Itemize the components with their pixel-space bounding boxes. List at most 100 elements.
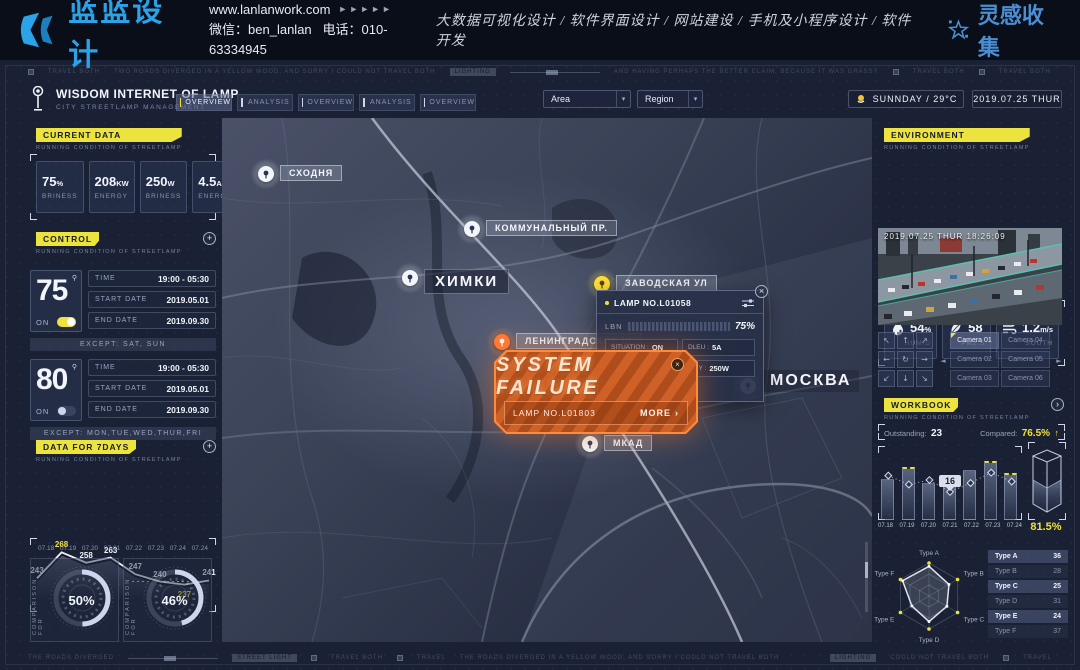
type-row-c[interactable]: Type C25 [988, 580, 1068, 593]
schedule-block-1: ⚲ 75 ON TIME19:00 - 05:30 START DATE2019… [30, 270, 216, 332]
except-days-2: EXCEPT: MON,TUE,WED,THUR,FRI [30, 427, 216, 440]
end-date-row[interactable]: END DATE2019.09.30 [88, 312, 216, 329]
system-failure-alert: SYSTEM FAILURE LAMP NO.L01803 MORE › × [494, 350, 698, 434]
workbook-bar-chart: 16 [878, 446, 1022, 520]
region-select[interactable]: Region ▾ [637, 90, 703, 108]
x-tick-label: 07.18 [878, 523, 893, 529]
environment-header: ENVIRONMENT RUNNING CONDITION OF STREETL… [884, 128, 1030, 151]
tab-analysis-2[interactable]: ANALYSIS [359, 94, 415, 111]
tab-analysis-1[interactable]: ANALYSIS [237, 94, 293, 111]
bottom-deco-strip: THE ROADS DIVERGED STREET LIGHT TRAVEL B… [28, 654, 1052, 662]
svg-text:Type B: Type B [964, 571, 984, 578]
workbook-next-button[interactable]: › [1051, 398, 1064, 411]
end-date-row[interactable]: END DATE2019.09.30 [88, 401, 216, 418]
reset-view-button[interactable]: ↻ [897, 351, 914, 368]
map-label: ЗАВОДСКАЯ УЛ [616, 275, 717, 291]
trend-x-axis: 07.1807.1907.2007.2107.2207.2307.2407.24 [30, 543, 216, 552]
tab-overview-1[interactable]: OVERVIEW [176, 94, 232, 111]
camera-03-button[interactable]: Camera 03 [950, 370, 999, 387]
control-badge: CONTROL [36, 232, 99, 246]
except-days-1: EXCEPT: SAT, SUN [30, 338, 216, 351]
type-row-b[interactable]: Type B28 [988, 565, 1068, 578]
lamp-pin-icon [582, 436, 598, 452]
popup-close-icon[interactable]: × [755, 285, 768, 298]
camera-next-button[interactable]: ► [1054, 354, 1064, 368]
control-add-button[interactable]: + [203, 232, 216, 245]
metric-card-briness-w: 250W BRINESS [140, 161, 188, 213]
outstanding-value: 23 [931, 428, 942, 439]
svg-text:Type C: Type C [964, 617, 985, 624]
alert-title: SYSTEM FAILURE [496, 352, 696, 401]
brightness-level-card: ⚲ 80 ON [30, 359, 82, 421]
brightness-level-card: ⚲ 75 ON [30, 270, 82, 332]
svg-text:Type E: Type E [874, 617, 895, 624]
camera-feed[interactable]: 2019.07.25 THUR 18:26:09 [878, 228, 1062, 325]
x-tick-label: 07.24 [170, 545, 186, 552]
pan-down-button[interactable]: ↓ [897, 370, 914, 387]
camera-04-button[interactable]: Camera 04 [1001, 332, 1050, 349]
trend-header: DATA FOR 7DAYS + RUNNING CONDITION OF ST… [36, 440, 216, 463]
type-row-f[interactable]: Type F37 [988, 625, 1068, 638]
top-banner: 蓝蓝设计 www.lanlanwork.com ►►►►► 微信：ben_lan… [0, 0, 1080, 60]
camera-05-button[interactable]: Camera 05 [1001, 351, 1050, 368]
map-scrollbar[interactable] [865, 542, 868, 612]
comparison-gauge-1: COMPARISON FOR 50% [30, 558, 119, 642]
type-radar-chart: Type AType BType CType DType EType F [872, 546, 990, 646]
camera-02-button[interactable]: Camera 02 [950, 351, 999, 368]
start-date-row[interactable]: START DATE2019.05.01 [88, 291, 216, 308]
camera-01-button[interactable]: Camera 01 [950, 332, 999, 349]
pan-up-button[interactable]: ↑ [897, 332, 914, 349]
pan-left-button[interactable]: ← [878, 351, 895, 368]
alert-close-icon[interactable]: × [671, 358, 684, 371]
lamp-pin-icon [494, 334, 510, 350]
camera-list: Camera 01 Camera 02 Camera 03 Camera 04 … [950, 332, 1050, 387]
workbook-header: WORKBOOK › RUNNING CONDITION OF STREETLA… [884, 398, 1064, 421]
time-row[interactable]: TIME19:00 - 05:30 [88, 270, 216, 287]
x-tick-label: 07.20 [82, 545, 98, 552]
camera-06-button[interactable]: Camera 06 [1001, 370, 1050, 387]
more-button[interactable]: MORE › [640, 408, 679, 418]
pan-down-right-button[interactable]: ↘ [916, 370, 933, 387]
pan-right-button[interactable]: → [916, 351, 933, 368]
lamp-pin-icon [258, 166, 274, 182]
trend-add-button[interactable]: + [203, 440, 216, 453]
schedule-1-toggle[interactable] [57, 317, 76, 327]
start-date-row[interactable]: START DATE2019.05.01 [88, 380, 216, 397]
inspiration-collect[interactable]: 灵感收集 [947, 0, 1062, 62]
svg-text:Type F: Type F [874, 571, 894, 578]
map-label: МКАД [604, 435, 652, 451]
type-row-d[interactable]: Type D31 [988, 595, 1068, 608]
x-tick-label: 07.24 [192, 545, 208, 552]
pan-down-left-button[interactable]: ↙ [878, 370, 895, 387]
type-row-e[interactable]: Type E24 [988, 610, 1068, 623]
weather-widget: SUNNDAY / 29°C [848, 90, 964, 108]
workbook-cube [1028, 442, 1066, 520]
star-icon [947, 18, 970, 42]
schedule-2-toggle[interactable] [57, 406, 76, 416]
sliders-icon[interactable] [741, 298, 755, 308]
x-tick-label: 07.19 [60, 545, 76, 552]
x-tick-label: 07.22 [126, 545, 142, 552]
brand-name: 蓝蓝设计 [68, 0, 191, 74]
pan-up-left-button[interactable]: ↖ [878, 332, 895, 349]
pan-up-right-button[interactable]: ↗ [916, 332, 933, 349]
trend-badge: DATA FOR 7DAYS [36, 440, 136, 454]
time-row[interactable]: TIME19:00 - 05:30 [88, 359, 216, 376]
area-select[interactable]: Area ▾ [543, 90, 631, 108]
x-tick-label: 07.19 [899, 523, 914, 529]
chevron-right-icon: › [675, 408, 679, 418]
tab-overview-2[interactable]: OVERVIEW [298, 94, 354, 111]
camera-prev-button[interactable]: ◄ [938, 354, 948, 368]
x-tick-label: 07.23 [148, 545, 164, 552]
camera-dpad: ↖ ↑ ↗ ← ↻ → ↙ ↓ ↘ [878, 332, 933, 387]
chevron-down-icon: ▾ [688, 91, 702, 107]
lanlan-logo-icon [18, 10, 60, 50]
city-map[interactable]: СХОДНЯ КОММУНАЛЬНЫЙ ПР. ХИМКИ ЗАВОДСКАЯ … [222, 118, 872, 642]
website-link[interactable]: www.lanlanwork.com [209, 0, 330, 20]
svg-text:Type D: Type D [919, 637, 940, 644]
tab-overview-3[interactable]: OVERVIEW [420, 94, 476, 111]
type-row-a[interactable]: Type A36 [988, 550, 1068, 563]
x-tick-label: 07.18 [38, 545, 54, 552]
lamp-mini-icon: ⚲ [72, 363, 77, 371]
current-data-badge: CURRENT DATA [36, 128, 182, 142]
